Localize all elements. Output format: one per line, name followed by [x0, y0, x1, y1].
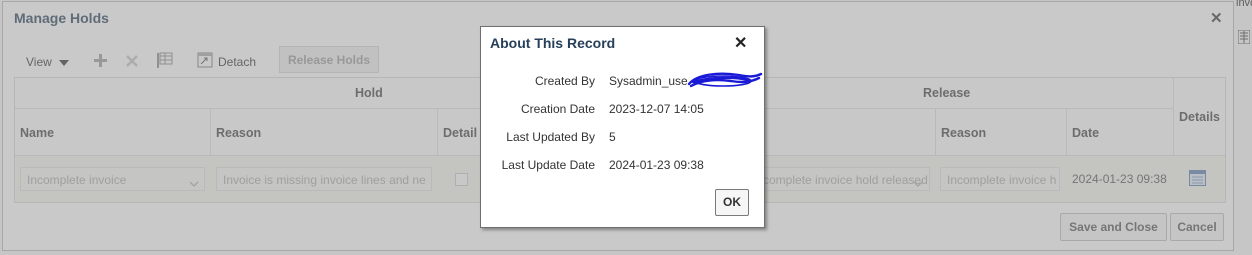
last-update-date-value: 2024-01-23 09:38	[609, 158, 704, 172]
redaction-scribble	[687, 70, 763, 90]
ok-button[interactable]: OK	[715, 189, 749, 216]
popup-close-icon[interactable]: ✕	[734, 33, 747, 53]
creation-date-value: 2023-12-07 14:05	[609, 102, 704, 116]
about-this-record-popup: About This Record ✕ Created By Sysadmin_…	[480, 26, 765, 228]
created-by-value: Sysadmin_use	[609, 74, 688, 88]
last-updated-by-value: 5	[609, 130, 616, 144]
creation-date-label: Creation Date	[520, 102, 595, 116]
created-by-label: Created By	[534, 74, 595, 88]
popup-title: About This Record	[490, 35, 616, 51]
last-updated-by-label: Last Updated By	[506, 130, 595, 144]
last-update-date-label: Last Update Date	[501, 158, 595, 172]
